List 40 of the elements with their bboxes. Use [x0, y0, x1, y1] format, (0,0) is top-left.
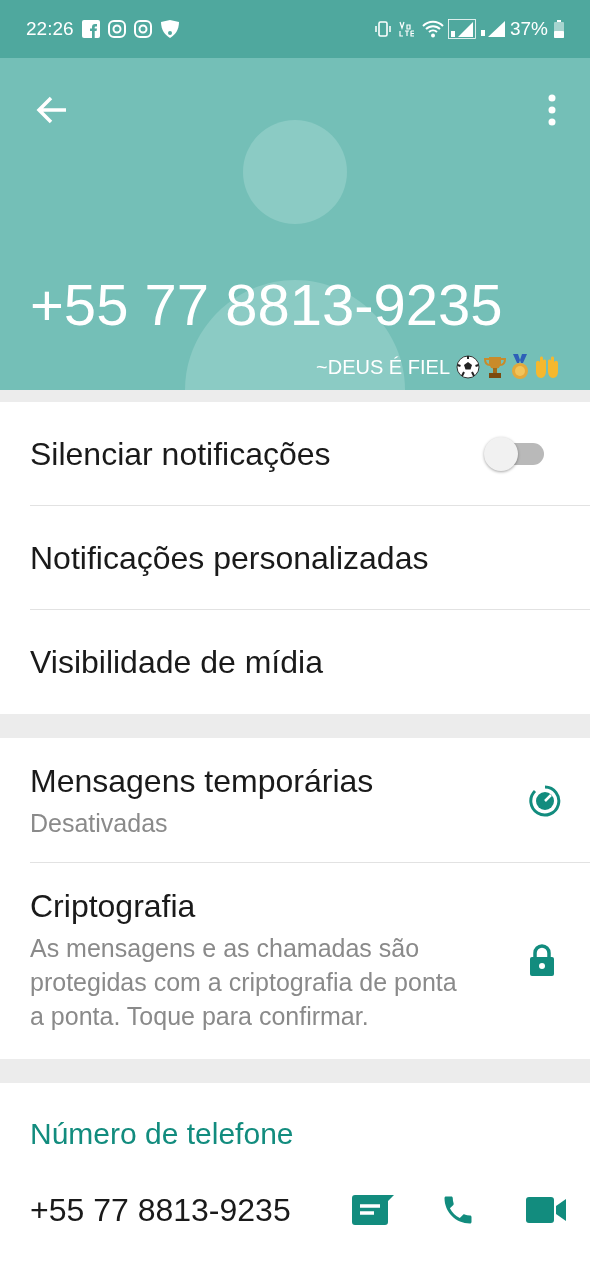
battery-percent: 37% — [509, 16, 548, 41]
camera-icon — [133, 20, 152, 38]
row-title: Notificações personalizadas — [30, 538, 430, 577]
settings-row[interactable]: Visibilidade de mídia — [30, 610, 590, 714]
settings-row[interactable]: Silenciar notificações — [30, 402, 590, 506]
row-title: Visibilidade de mídia — [30, 643, 324, 681]
message-icon — [352, 1195, 394, 1225]
facebook-icon — [81, 20, 100, 38]
settings-row[interactable]: Mensagens temporárias Desativadas — [30, 738, 590, 863]
timer-icon — [528, 784, 562, 818]
more-icon — [548, 94, 556, 126]
camera-icon — [107, 20, 126, 38]
wifi-icon — [421, 20, 444, 38]
video-call-button[interactable] — [526, 1197, 566, 1223]
row-subtitle: Desativadas — [30, 808, 169, 839]
vibrate-icon — [373, 20, 392, 38]
raised-hands-icon — [534, 355, 560, 379]
contact-name: +55 77 8813-9235 — [30, 276, 503, 334]
message-button[interactable] — [352, 1195, 394, 1225]
row-title: Criptografia — [30, 887, 197, 925]
row-subtitle: As mensagens e as chamadas são protegidas com a criptografia de ponta a ponta. Toque para confirmar. — [30, 933, 458, 1032]
section-heading: Número de telefone — [30, 1116, 295, 1152]
lock-icon — [530, 944, 554, 976]
row-title: Mensagens temporárias — [30, 762, 375, 800]
medal-icon — [510, 354, 530, 380]
status-time: 22:26 — [26, 16, 74, 41]
shield-icon — [159, 19, 180, 39]
trophy-icon — [484, 355, 506, 379]
back-arrow-icon — [36, 96, 68, 124]
volte-icon — [397, 20, 416, 38]
soccer-ball-icon — [456, 355, 480, 379]
battery-icon — [554, 20, 564, 38]
settings-row[interactable]: Criptografia As mensagens e as chamadas são protegidas com a criptografia de ponta a ponta. Toque para confirmar. — [30, 863, 590, 1059]
about-text: ~DEUS É FIEL — [316, 355, 450, 380]
signal-icon — [447, 19, 476, 39]
phone-number: +55 77 8813-9235 — [30, 1191, 292, 1230]
video-camera-icon — [526, 1197, 566, 1223]
settings-row[interactable]: Notificações personalizadas — [30, 506, 590, 610]
row-title: Silenciar notificações — [30, 434, 332, 473]
signal-icon — [479, 20, 506, 38]
